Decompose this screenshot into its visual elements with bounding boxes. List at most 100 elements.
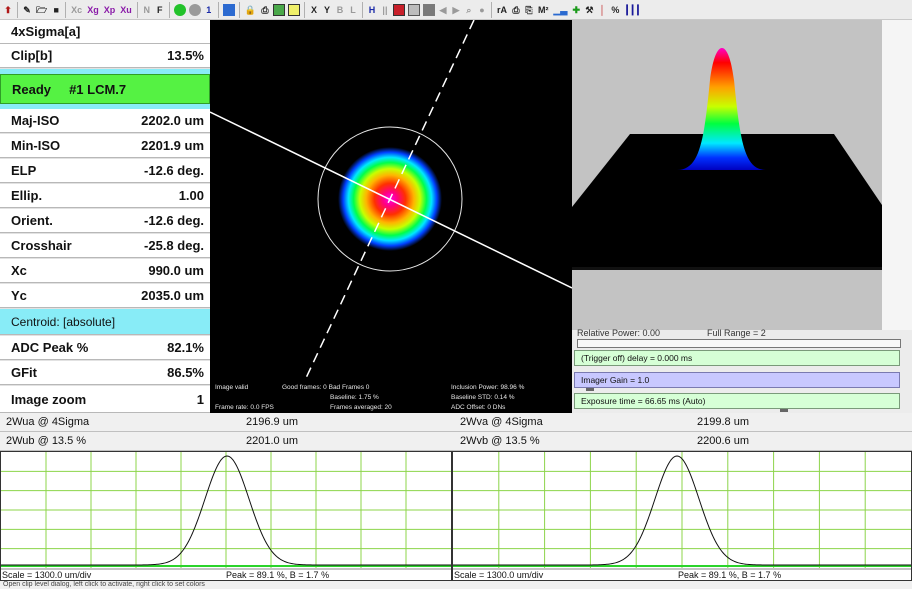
b-button[interactable]: B [334,2,346,18]
zoom-icon[interactable]: ⌕ [463,2,475,18]
metric-label: Image zoom [11,391,87,407]
metric-row[interactable]: Min-ISO 2201.9 um [0,134,210,158]
metric-row[interactable]: ELP -12.6 deg. [0,159,210,183]
y-axis-button[interactable]: Y [321,2,333,18]
metric-row[interactable]: Ellip. 1.00 [0,184,210,208]
f-button[interactable]: F [154,2,166,18]
frames-averaged-text: Frames averaged: 20 [330,404,392,411]
dark-square-icon[interactable] [422,3,435,16]
toolbar-separator [303,1,305,18]
status-bar: Open clip level dialog, left click to ac… [0,581,912,589]
tools-icon[interactable]: ⚒ [583,2,595,18]
frame-rate-text: Frame rate: 0.0 FPS [215,404,274,411]
gain-slider-thumb[interactable] [586,388,594,391]
metric-value: 13.5% [167,48,204,63]
xu-button[interactable]: Xu [118,2,134,18]
beam-image [210,20,572,379]
add-icon[interactable]: ✚ [570,2,582,18]
toolbar-separator [65,1,67,18]
metric-row[interactable]: Clip[b] 13.5% [0,44,210,68]
open-file-icon[interactable]: 🗁 [34,2,49,18]
metric-label: Clip[b] [11,48,53,63]
left-row-2: 2Wub @ 13.5 % 2201.0 um [0,432,452,451]
metric-value: 990.0 um [148,263,204,278]
one-button[interactable]: 1 [203,2,215,18]
edit-icon[interactable]: ✎ [21,2,33,18]
crosshair-major-line [210,111,572,289]
copy-icon[interactable]: ⎘ [523,2,535,18]
exposure-slider-thumb[interactable] [780,409,788,412]
n-button[interactable]: N [141,2,153,18]
report-icon[interactable]: ⎙ [510,2,522,18]
metric-row[interactable]: Xc 990.0 um [0,259,210,283]
chart-icon[interactable]: ▁▃ [551,2,569,18]
thermometer-icon[interactable]: │ [596,2,608,18]
print-icon[interactable]: ⎙ [259,2,271,18]
xc-button[interactable]: Xc [69,2,84,18]
exit-arrow-icon[interactable]: ⬆ [2,2,14,18]
record-icon[interactable]: ● [476,2,488,18]
monitor-icon[interactable] [407,3,420,16]
frames-text: Good frames: 0 Bad Frames 0 [282,384,370,391]
metric-row[interactable]: Image zoom 1 [0,386,210,413]
right-peak-text: Peak = 89.1 %, B = 1.7 % [678,570,782,580]
metric-row[interactable]: Maj-ISO 2202.0 um [0,109,210,133]
camera-icon[interactable] [222,3,235,16]
beam-image-view[interactable]: Image valid Frame rate: 0.0 FPS Good fra… [210,20,572,413]
back-arrow-icon[interactable]: ◀ [437,2,449,18]
metrics-panel: 4xSigma[a] Clip[b] 13.5% Ready #1 LCM.7 Maj-… [0,20,210,413]
metric-row[interactable]: Ready #1 LCM.7 [0,74,210,104]
gray-circle-icon[interactable] [188,3,201,16]
metric-row[interactable]: Crosshair -25.8 deg. [0,234,210,258]
metric-row[interactable]: 4xSigma[a] [0,20,210,44]
pause-icon[interactable]: || [379,2,391,18]
metric-row[interactable]: Yc 2035.0 um [0,284,210,308]
x-axis-button[interactable]: X [308,2,320,18]
relative-power-bar [577,339,901,348]
full-range-text: Full Range = 2 [707,328,766,338]
imager-gain-control[interactable]: Imager Gain = 1.0 [574,372,900,388]
metric-row[interactable]: Orient. -12.6 deg. [0,209,210,233]
xp-button[interactable]: Xp [102,2,118,18]
right-row-2-label: 2Wvb @ 13.5 % [460,435,540,447]
right-profile-svg [453,452,911,570]
h-button[interactable]: H [366,2,378,18]
metric-label: Orient. [11,213,53,228]
green-circle-icon[interactable] [173,3,186,16]
save-icon[interactable]: ■ [50,2,62,18]
grid-icon[interactable] [392,3,405,16]
ra-button[interactable]: rA [495,2,509,18]
left-row-2-label: 2Wub @ 13.5 % [6,435,87,447]
toolbar-separator [490,1,492,18]
3d-beam-view[interactable] [572,20,882,330]
toolbar: ⬆ ✎ 🗁 ■ Xc Xg Xp Xu N F 1 🔒 ⎙ X Y B L H … [0,0,912,20]
toolbar-separator [17,1,18,18]
exposure-time-control[interactable]: Exposure time = 66.65 ms (Auto) [574,393,900,409]
metric-value: 2035.0 um [141,288,204,303]
metric-row[interactable]: Centroid: [absolute] [0,309,210,335]
right-profile-plot[interactable] [452,451,912,581]
right-row-1: 2Wva @ 4Sigma 2199.8 um [452,413,912,432]
forward-arrow-icon[interactable]: ▶ [450,2,462,18]
left-peak-text: Peak = 89.1 %, B = 1.7 % [226,570,330,580]
trigger-delay-control[interactable]: (Trigger off) delay = 0.000 ms [574,350,900,366]
xg-button[interactable]: Xg [85,2,101,18]
percent-button[interactable]: % [609,2,621,18]
right-row-2-value: 2200.6 um [697,435,749,447]
m2-button[interactable]: M² [536,2,551,18]
left-row-1: 2Wua @ 4Sigma 2196.9 um [0,413,452,432]
metric-label: Xc [11,263,27,278]
lock-icon[interactable]: 🔒 [243,2,258,18]
relative-power-text: Relative Power: 0.00 [577,328,661,338]
left-profile-plot[interactable] [0,451,452,581]
bars-icon[interactable]: ┃┃┃ [622,2,642,18]
baseline-text: Baseline: 1.75 % [330,394,379,401]
bright-square-icon[interactable] [287,3,300,16]
left-profile-svg [1,452,451,570]
metric-row[interactable]: GFit 86.5% [0,361,210,385]
toolbar-separator [136,1,138,18]
inclusion-power-text: Inclusion Power: 98.96 % [451,384,525,391]
metric-row[interactable]: ADC Peak % 82.1% [0,336,210,360]
image-icon[interactable] [272,3,285,16]
l-button[interactable]: L [347,2,359,18]
